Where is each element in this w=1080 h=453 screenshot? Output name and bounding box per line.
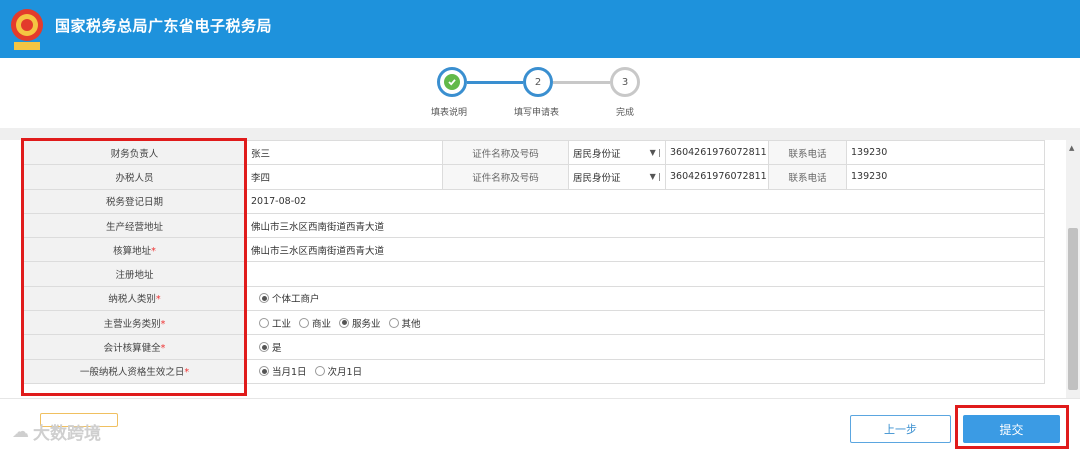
table-row: 注册地址 bbox=[22, 261, 1045, 287]
field-label: 主营业务类别* bbox=[22, 310, 247, 336]
table-row: 生产经营地址 佛山市三水区西南街道西青大道 bbox=[22, 212, 1045, 239]
scrollbar[interactable]: ▲ bbox=[1066, 140, 1080, 398]
table-row: 会计核算健全* 是 bbox=[22, 334, 1045, 360]
phone-input[interactable]: 139230 bbox=[846, 139, 1045, 166]
tax-officer-input[interactable]: 李四 bbox=[246, 164, 443, 190]
step-3-label: 完成 bbox=[616, 108, 635, 118]
app-header: 国家税务总局广东省电子税务局 bbox=[0, 0, 1080, 58]
field-label: 联系电话 bbox=[768, 164, 847, 190]
field-label: 联系电话 bbox=[768, 139, 847, 166]
id-type-select[interactable]: 居民身份证 ▼ | bbox=[568, 164, 666, 190]
radio-icon bbox=[259, 366, 269, 377]
select-value: 居民身份证 bbox=[573, 172, 621, 184]
prev-step-button[interactable]: 上一步 bbox=[850, 415, 951, 443]
field-label: 纳税人类别* bbox=[22, 285, 247, 312]
scroll-up-icon[interactable]: ▲ bbox=[1069, 144, 1074, 152]
separator-band bbox=[0, 128, 1080, 140]
radio-option[interactable]: 次月1日 bbox=[314, 364, 362, 378]
field-label: 一般纳税人资格生效之日* bbox=[22, 358, 247, 384]
radio-icon bbox=[314, 366, 325, 377]
radio-option[interactable]: 服务业 bbox=[339, 316, 381, 330]
radio-icon bbox=[299, 317, 310, 328]
radio-icon bbox=[259, 293, 269, 304]
radio-option[interactable]: 是 bbox=[259, 340, 282, 354]
field-label: 证件名称及号码 bbox=[442, 139, 569, 166]
step-connector bbox=[553, 81, 610, 84]
step-1-label: 填表说明 bbox=[431, 108, 468, 118]
field-label: 生产经营地址 bbox=[22, 212, 247, 239]
cloud-logo-icon: ☁ bbox=[12, 421, 29, 442]
radio-icon bbox=[339, 317, 350, 328]
business-address-value: 佛山市三水区西南街道西青大道 bbox=[246, 212, 1045, 239]
registration-date-value: 2017-08-02 bbox=[246, 188, 1045, 214]
table-row: 办税人员 李四 证件名称及号码 居民身份证 ▼ | 360426197607281… bbox=[22, 164, 1045, 190]
footer-bar: ☁ 大数跨境 上一步 提交 bbox=[0, 398, 1080, 453]
field-label: 核算地址* bbox=[22, 237, 247, 263]
table-row: 财务负责人 张三 证件名称及号码 居民身份证 ▼ | 36042619760728… bbox=[22, 139, 1045, 166]
step-connector bbox=[467, 81, 523, 84]
accounting-address-input[interactable]: 佛山市三水区西南街道西青大道 bbox=[246, 237, 1045, 263]
scroll-thumb[interactable] bbox=[1068, 228, 1078, 390]
phone-input[interactable]: 139230 bbox=[846, 164, 1045, 190]
radio-icon bbox=[259, 317, 269, 328]
radio-option[interactable]: 当月1日 bbox=[259, 364, 307, 378]
step-3-circle: 3 bbox=[610, 67, 640, 97]
watermark: ☁ 大数跨境 bbox=[12, 421, 101, 445]
id-number-input[interactable]: 3604261976072811 bbox=[665, 164, 769, 190]
radio-option[interactable]: 个体工商户 bbox=[259, 291, 320, 305]
table-row: 纳税人类别* 个体工商户 bbox=[22, 285, 1045, 312]
table-row: 主营业务类别* 工业 商业 服务业 其他 bbox=[22, 310, 1045, 336]
caret-down-icon: ▼ | bbox=[649, 148, 661, 158]
table-row: 核算地址* 佛山市三水区西南街道西青大道 bbox=[22, 237, 1045, 263]
effective-date-options: 当月1日 次月1日 bbox=[246, 358, 1045, 384]
step-2-label: 填写申请表 bbox=[514, 108, 560, 118]
radio-option[interactable]: 工业 bbox=[259, 316, 291, 330]
id-number-input[interactable]: 3604261976072811 bbox=[665, 139, 769, 166]
tax-emblem-icon bbox=[11, 9, 43, 50]
check-icon bbox=[444, 74, 460, 90]
step-2-circle: 2 bbox=[523, 67, 553, 97]
business-type-options: 工业 商业 服务业 其他 bbox=[246, 310, 1045, 336]
id-type-select[interactable]: 居民身份证 ▼ | bbox=[568, 139, 666, 166]
application-form: 财务负责人 张三 证件名称及号码 居民身份证 ▼ | 36042619760728… bbox=[0, 139, 1080, 398]
field-label: 会计核算健全* bbox=[22, 334, 247, 360]
submit-button[interactable]: 提交 bbox=[963, 415, 1060, 443]
registered-address-value bbox=[246, 261, 1045, 287]
radio-option[interactable]: 其他 bbox=[388, 316, 421, 330]
page-title: 国家税务总局广东省电子税务局 bbox=[55, 17, 273, 35]
radio-icon bbox=[259, 342, 269, 353]
accounting-sound-options: 是 bbox=[246, 334, 1045, 360]
field-label: 证件名称及号码 bbox=[442, 164, 569, 190]
submit-highlight-box: 提交 bbox=[955, 405, 1069, 449]
taxpayer-type-options: 个体工商户 bbox=[246, 285, 1045, 312]
field-label: 办税人员 bbox=[22, 164, 247, 190]
step-1-circle bbox=[437, 67, 467, 97]
field-label: 税务登记日期 bbox=[22, 188, 247, 214]
table-row: 一般纳税人资格生效之日* 当月1日 次月1日 bbox=[22, 358, 1045, 384]
table-row: 税务登记日期 2017-08-02 bbox=[22, 188, 1045, 214]
finance-head-input[interactable]: 张三 bbox=[246, 139, 443, 166]
field-label: 注册地址 bbox=[22, 261, 247, 287]
progress-stepper: 2 3 填表说明 填写申请表 完成 bbox=[0, 58, 1080, 128]
caret-down-icon: ▼ | bbox=[649, 172, 661, 182]
select-value: 居民身份证 bbox=[573, 148, 621, 160]
radio-icon bbox=[388, 317, 399, 328]
form-table: 财务负责人 张三 证件名称及号码 居民身份证 ▼ | 36042619760728… bbox=[22, 139, 1045, 384]
radio-option[interactable]: 商业 bbox=[299, 316, 331, 330]
field-label: 财务负责人 bbox=[22, 139, 247, 166]
